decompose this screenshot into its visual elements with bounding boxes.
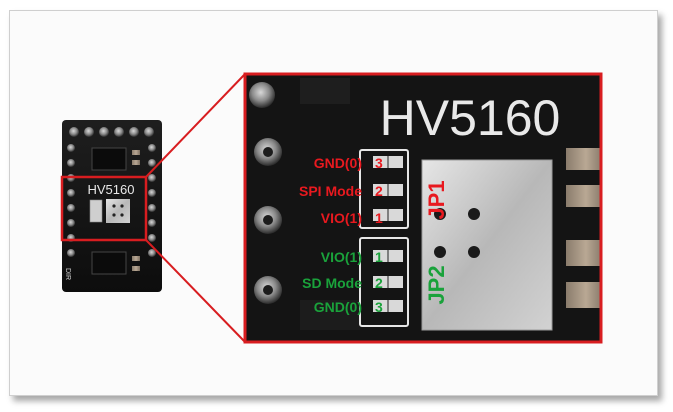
smd-cap — [132, 256, 140, 261]
jp1-row-pin: 3 — [375, 155, 383, 171]
board-jumpers — [89, 199, 103, 223]
jp2-row-pin: 2 — [375, 275, 383, 291]
jp1-row-pin: 2 — [375, 183, 383, 199]
jp2-row-label: VIO(1) — [321, 249, 362, 265]
jp1-row-label: GND(0) — [314, 155, 362, 171]
zoom-chip-label: HV5160 — [380, 90, 561, 146]
jp1-row-label: SPI Mode — [299, 183, 362, 199]
jp2-row-pin: 3 — [375, 299, 383, 315]
board-thermal-pad — [106, 199, 130, 223]
jp1-row-pin: 1 — [375, 210, 383, 226]
jp2-row-pin: 1 — [375, 249, 383, 265]
inductor-bottom — [91, 251, 127, 275]
jp2-row-label: SD Mode — [302, 275, 362, 291]
jp1-name: JP1 — [424, 180, 449, 219]
jp2-row-label: GND(0) — [314, 299, 362, 315]
jp2-name: JP2 — [424, 265, 449, 304]
board-chip-label: HV5160 — [88, 182, 135, 197]
smd-cap — [132, 266, 140, 271]
smd-cap — [132, 150, 140, 155]
zoom-connector-line — [145, 239, 246, 343]
smd-cap — [132, 160, 140, 165]
jp1-row-label: VIO(1) — [321, 210, 362, 226]
driver-photo-illustration: HV5160 DIR HV5160 GND(0) 3 SPI Mode 2 VI… — [60, 72, 603, 344]
board-dir-label: DIR — [64, 268, 71, 280]
inductor-top — [91, 147, 127, 171]
